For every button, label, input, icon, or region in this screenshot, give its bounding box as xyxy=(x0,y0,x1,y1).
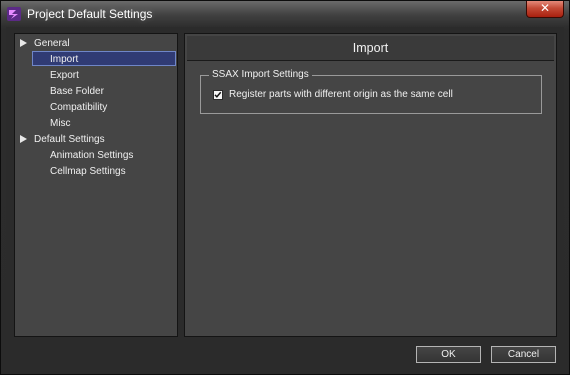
tree-item-base-folder[interactable]: Base Folder xyxy=(50,84,104,99)
tree-item-label: General xyxy=(34,38,70,49)
tree-item-animation-settings[interactable]: Animation Settings xyxy=(50,148,133,163)
dialog-content: General Import Export Base Folder Compat… xyxy=(6,27,564,370)
tree-item-general[interactable]: General xyxy=(34,36,70,51)
page-title: Import xyxy=(187,36,554,61)
expand-arrow-icon[interactable] xyxy=(20,39,27,47)
checkmark-icon xyxy=(214,91,222,98)
tree-item-cellmap-settings[interactable]: Cellmap Settings xyxy=(50,164,126,179)
cancel-button[interactable]: Cancel xyxy=(491,346,556,363)
tree-item-import[interactable]: Import xyxy=(32,51,176,66)
tree-item-label: Misc xyxy=(50,118,71,129)
window-title: Project Default Settings xyxy=(27,7,153,21)
checkbox-label[interactable]: Register parts with different origin as … xyxy=(229,89,453,101)
ok-button[interactable]: OK xyxy=(416,346,481,363)
settings-page: Import SSAX Import Settings Register par… xyxy=(184,33,557,337)
tree-item-export[interactable]: Export xyxy=(50,68,79,83)
tree-item-compatibility[interactable]: Compatibility xyxy=(50,100,107,115)
app-logo-icon xyxy=(7,7,21,21)
title-bar[interactable]: Project Default Settings ✕ xyxy=(1,1,569,27)
group-title: SSAX Import Settings xyxy=(209,69,312,81)
tree-item-misc[interactable]: Misc xyxy=(50,116,71,131)
close-icon: ✕ xyxy=(539,1,551,15)
tree-item-default-settings[interactable]: Default Settings xyxy=(34,132,105,147)
settings-tree: General Import Export Base Folder Compat… xyxy=(14,33,178,337)
tree-item-label: Base Folder xyxy=(50,86,104,97)
tree-item-label: Cellmap Settings xyxy=(50,166,126,177)
tree-item-label: Default Settings xyxy=(34,134,105,145)
tree-item-label: Compatibility xyxy=(50,102,108,113)
expand-arrow-icon[interactable] xyxy=(20,135,27,143)
same-cell-checkbox[interactable] xyxy=(213,90,223,100)
dialog-window: Project Default Settings ✕ General Impor… xyxy=(0,0,570,375)
close-button[interactable]: ✕ xyxy=(526,1,564,18)
tree-item-label: Export xyxy=(50,70,79,81)
tree-item-label: Animation Settings xyxy=(50,150,134,161)
tree-item-label: Import xyxy=(50,54,79,65)
